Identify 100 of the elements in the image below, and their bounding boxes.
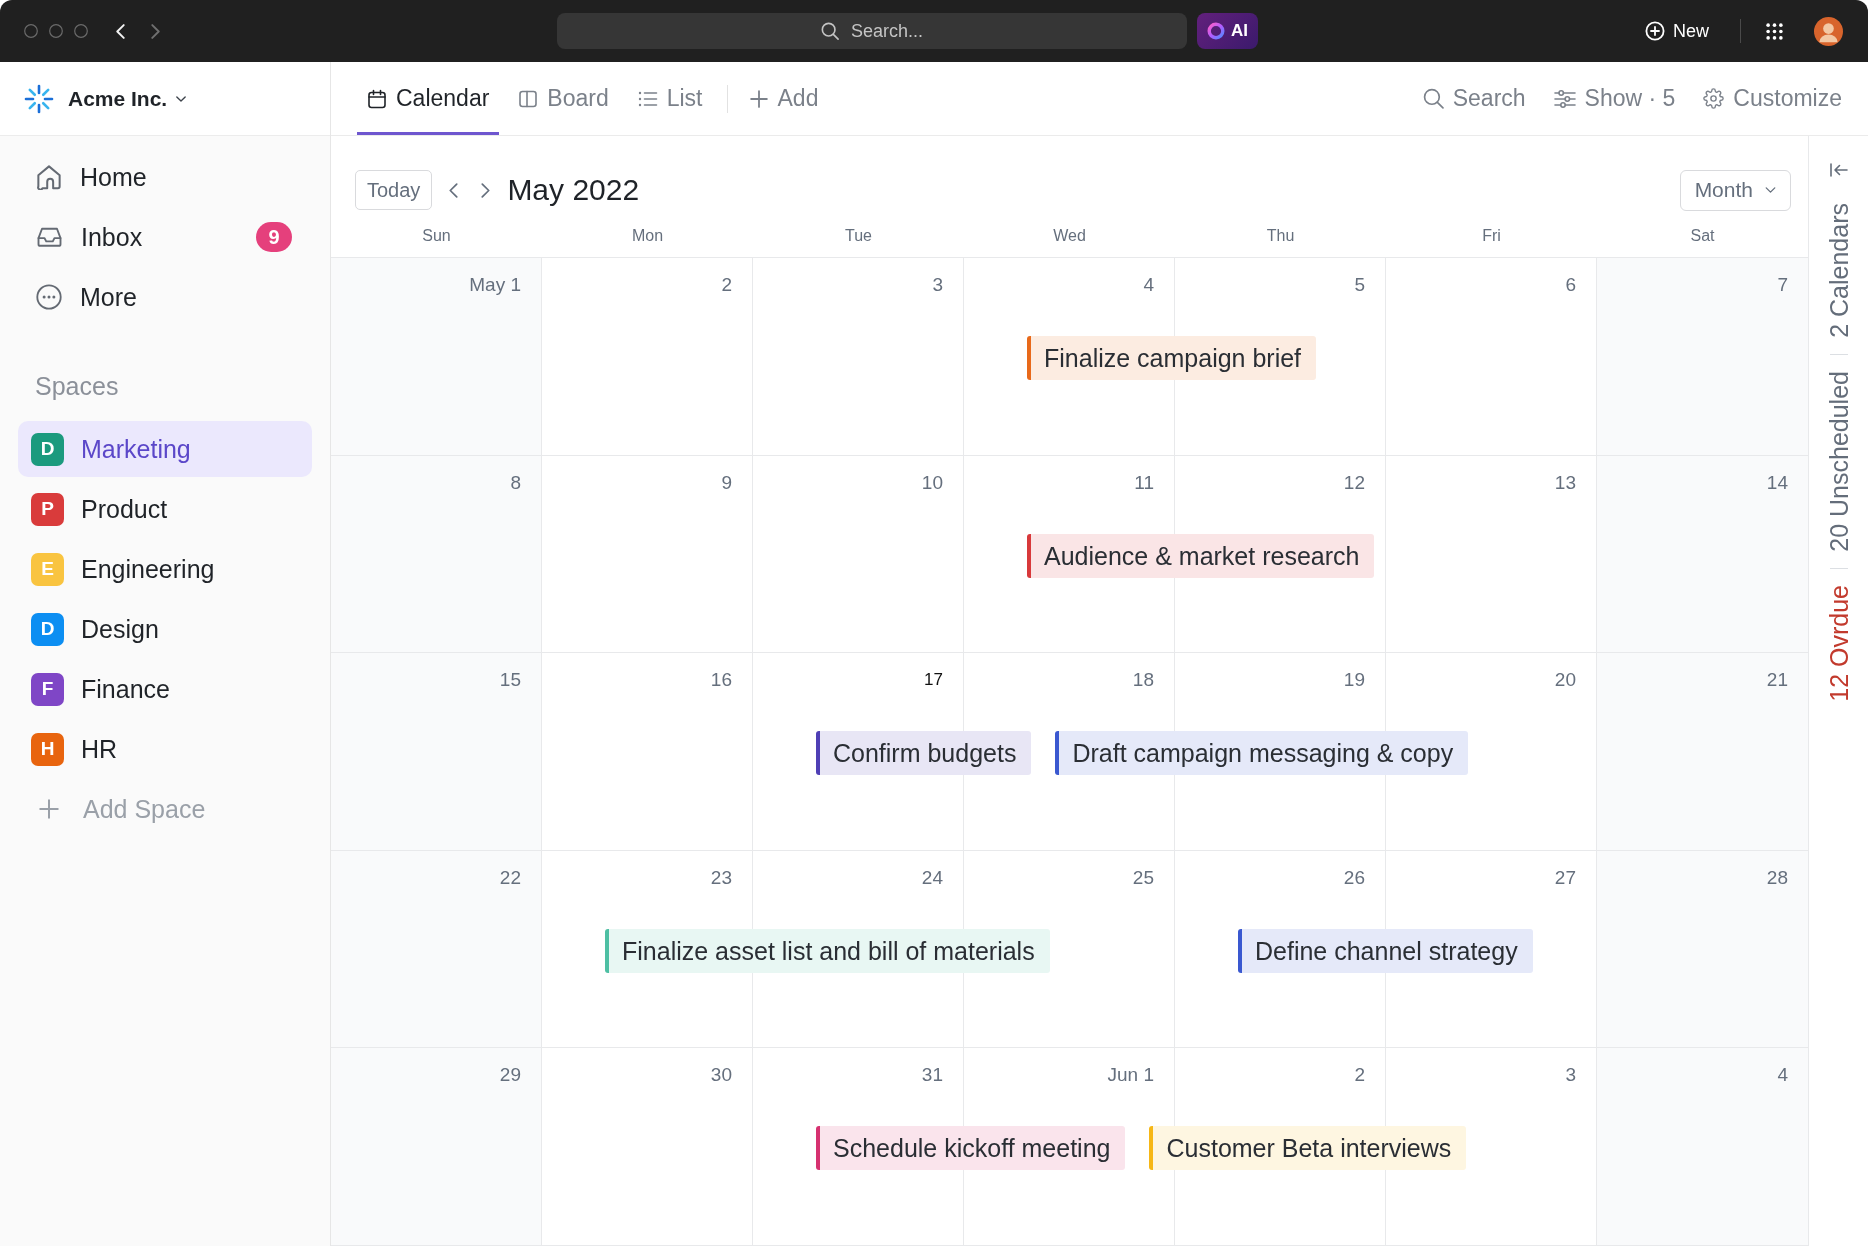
space-item[interactable]: D Design xyxy=(18,601,312,657)
day-number: 6 xyxy=(1565,274,1576,296)
ring-icon xyxy=(1207,22,1225,40)
day-number: 3 xyxy=(1565,1064,1576,1087)
ai-button[interactable]: AI xyxy=(1197,13,1258,49)
count-badge: 9 xyxy=(256,222,292,252)
calendar-event[interactable]: Define channel strategy xyxy=(1238,928,1533,973)
search-button[interactable]: Search xyxy=(1422,62,1526,135)
day-number: Jun 1 xyxy=(1107,1064,1154,1087)
rail-tab[interactable]: 2 Calendars xyxy=(1823,203,1854,338)
settings-icon xyxy=(1703,88,1725,109)
avatar-icon[interactable] xyxy=(1814,16,1843,46)
window-control-icon[interactable] xyxy=(24,24,38,38)
view-select[interactable]: Month xyxy=(1679,169,1791,211)
day-number: 18 xyxy=(1132,669,1154,692)
space-avatar: D xyxy=(31,612,64,646)
weekday-label: Mon xyxy=(631,226,664,246)
space-item[interactable]: D Marketing xyxy=(18,421,312,477)
workspace-switcher[interactable]: Acme Inc. xyxy=(68,86,187,111)
month-title: May 2022 xyxy=(507,173,640,207)
day-number: 5 xyxy=(1354,274,1365,296)
list-icon xyxy=(637,90,658,107)
day-number: 29 xyxy=(499,1064,521,1087)
calendar-event[interactable]: Finalize campaign brief xyxy=(1027,336,1317,380)
calendar-event[interactable]: Audience & market research xyxy=(1027,533,1375,578)
view-tab[interactable]: List xyxy=(627,62,713,135)
day-number: 28 xyxy=(1766,866,1788,889)
section-title: Spaces xyxy=(35,371,119,401)
calendar-event[interactable]: Schedule kickoff meeting xyxy=(816,1126,1126,1171)
more-icon xyxy=(36,284,62,310)
new-button[interactable]: New xyxy=(1645,20,1709,42)
nav-item[interactable]: Home xyxy=(18,147,312,207)
weekday-label: Sun xyxy=(422,226,451,246)
space-avatar: F xyxy=(31,672,64,706)
space-item[interactable]: P Product xyxy=(18,481,312,537)
chevron-down-icon xyxy=(1765,187,1776,193)
show-button[interactable]: Show · 5 xyxy=(1553,62,1676,135)
search-field[interactable]: Search... xyxy=(557,13,1187,49)
day-number: 19 xyxy=(1343,669,1365,692)
day-number: 10 xyxy=(921,471,943,494)
search-icon xyxy=(821,22,839,40)
day-number: 22 xyxy=(499,866,521,889)
today-button[interactable]: Today xyxy=(355,170,433,210)
space-avatar: P xyxy=(31,492,64,526)
day-number: 15 xyxy=(499,669,521,692)
day-number: 14 xyxy=(1766,471,1788,494)
weekday-label: Tue xyxy=(845,226,872,246)
collapse-panel-icon[interactable] xyxy=(1829,163,1848,177)
day-number: 11 xyxy=(1134,471,1154,494)
grid-icon[interactable] xyxy=(1766,22,1783,40)
view-tab[interactable]: Calendar xyxy=(357,62,500,135)
space-avatar: E xyxy=(31,552,64,586)
sunburst-logo-icon xyxy=(24,83,54,114)
day-number: 24 xyxy=(921,866,943,889)
day-number: 30 xyxy=(710,1064,732,1087)
window-control-icon[interactable] xyxy=(74,24,88,38)
day-number: 12 xyxy=(1343,471,1365,494)
day-number: 13 xyxy=(1554,471,1576,494)
nav-item[interactable]: Inbox 9 xyxy=(18,207,312,267)
day-number: 23 xyxy=(710,866,732,889)
calendar-event[interactable]: Customer Beta interviews xyxy=(1149,1126,1467,1171)
view-tab[interactable]: Board xyxy=(508,62,619,135)
day-number: May 1 xyxy=(469,274,521,296)
chevron-right-icon[interactable] xyxy=(481,182,491,198)
space-item[interactable]: E Engineering xyxy=(18,541,312,597)
home-icon xyxy=(36,164,62,190)
inbox-icon xyxy=(36,226,63,248)
rail-tab[interactable]: 12 Ovrdue xyxy=(1823,584,1854,702)
day-number: 20 xyxy=(1554,669,1576,692)
calendar-event[interactable]: Confirm budgets xyxy=(816,731,1032,776)
weekday-label: Thu xyxy=(1266,226,1295,246)
nav-item[interactable]: More xyxy=(18,267,312,327)
day-number: 9 xyxy=(721,471,732,494)
day-number: 31 xyxy=(921,1064,943,1087)
calendar-event[interactable]: Draft campaign messaging & copy xyxy=(1055,731,1469,776)
day-number: 8 xyxy=(510,471,521,494)
customize-button[interactable]: Customize xyxy=(1703,62,1842,135)
calendar-icon xyxy=(367,88,387,109)
day-number: 7 xyxy=(1777,274,1788,296)
space-avatar: D xyxy=(31,432,64,466)
add-view-button[interactable]: Add xyxy=(741,62,827,135)
board-icon xyxy=(518,88,539,109)
weekday-label: Fri xyxy=(1482,226,1501,246)
space-item[interactable]: H HR xyxy=(18,721,312,777)
day-number: 21 xyxy=(1766,669,1788,692)
plus-circle-icon xyxy=(1645,21,1665,41)
day-number: 16 xyxy=(710,669,732,692)
rail-tab[interactable]: 20 Unscheduled xyxy=(1823,370,1854,552)
day-number: 26 xyxy=(1343,866,1365,889)
calendar-event[interactable]: Finalize asset list and bill of materials xyxy=(605,928,1050,973)
day-number: 2 xyxy=(721,274,732,296)
plus-icon xyxy=(749,89,768,108)
day-number: 25 xyxy=(1132,866,1154,889)
space-item[interactable]: F Finance xyxy=(18,661,312,717)
day-number: 4 xyxy=(1143,274,1154,296)
day-number: 3 xyxy=(932,274,943,296)
window-control-icon[interactable] xyxy=(49,24,63,38)
chevron-down-icon xyxy=(176,95,187,102)
sliders-icon xyxy=(1553,89,1576,108)
day-number: 4 xyxy=(1777,1064,1788,1087)
